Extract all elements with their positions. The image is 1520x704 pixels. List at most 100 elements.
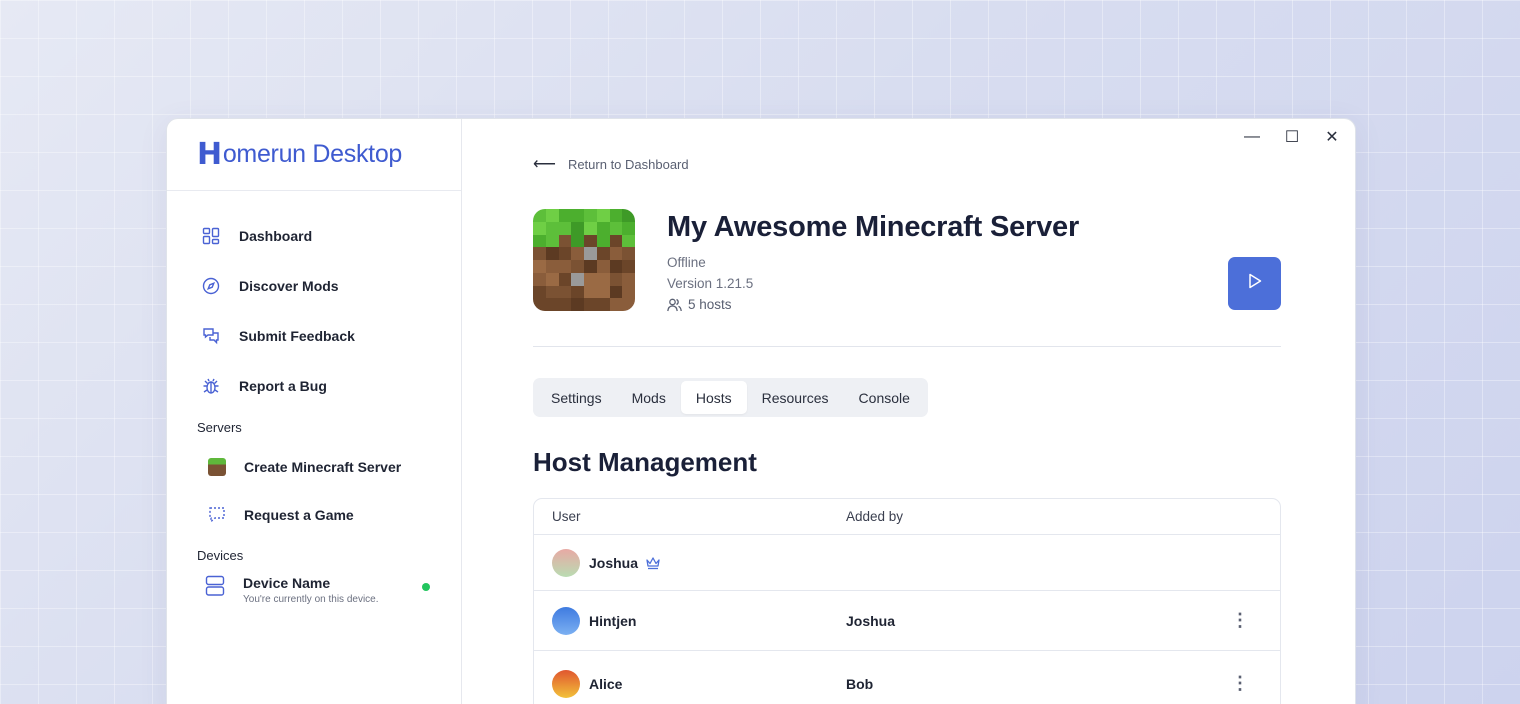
sidebar-item-create-minecraft-server[interactable]: Create Minecraft Server: [167, 443, 461, 491]
compass-icon: [201, 276, 221, 296]
thumbnail-pixel: [545, 247, 559, 260]
thumbnail-pixel: [584, 285, 597, 299]
sidebar: H omerun Desktop Dashboard Discover Mods: [167, 119, 462, 704]
thumbnail-pixel: [609, 221, 623, 235]
minimize-icon[interactable]: —: [1239, 127, 1265, 147]
maximize-icon[interactable]: ☐: [1279, 127, 1305, 147]
thumbnail-pixel: [596, 285, 610, 299]
thumbnail-pixel: [558, 272, 572, 286]
thumbnail-pixel: [533, 209, 546, 222]
sidebar-item-label: Submit Feedback: [239, 328, 355, 344]
device-text: Device Name You're currently on this dev…: [243, 575, 379, 605]
devices-section-label: Devices: [197, 547, 244, 563]
tab-mods[interactable]: Mods: [617, 381, 681, 414]
table-header: User Added by: [534, 499, 1280, 535]
thumbnail-pixel: [609, 272, 623, 286]
thumbnail-pixel: [596, 234, 610, 248]
device-subtitle: You're currently on this device.: [243, 594, 379, 605]
thumbnail-pixel: [533, 272, 546, 286]
user-name: Alice: [589, 675, 623, 692]
thumbnail-pixel: [584, 272, 597, 286]
thumbnail-pixel: [622, 298, 635, 311]
server-hosts: 5 hosts: [667, 294, 1079, 315]
tab-hosts[interactable]: Hosts: [680, 381, 747, 414]
thumbnail-pixel: [571, 272, 584, 286]
thumbnail-pixel: [622, 221, 635, 235]
sidebar-item-request-game[interactable]: Request a Game: [167, 491, 461, 539]
sidebar-item-submit-feedback[interactable]: Submit Feedback: [167, 311, 461, 361]
thumbnail-pixel: [558, 221, 572, 235]
thumbnail-pixel: [558, 285, 572, 299]
thumbnail-pixel: [571, 221, 584, 235]
thumbnail-pixel: [533, 298, 546, 311]
thumbnail-pixel: [545, 221, 559, 235]
tab-console[interactable]: Console: [844, 381, 925, 414]
sidebar-item-dashboard[interactable]: Dashboard: [167, 211, 461, 261]
sidebar-item-label: Dashboard: [239, 228, 313, 244]
tab-resources[interactable]: Resources: [747, 381, 844, 414]
thumbnail-pixel: [609, 209, 623, 222]
thumbnail-pixel: [533, 234, 546, 248]
thumbnail-pixel: [622, 247, 635, 260]
user-cell: Alice: [534, 669, 846, 698]
thumbnail-pixel: [533, 247, 546, 260]
more-options-icon[interactable]: ⋮: [1200, 610, 1280, 631]
thumbnail-pixel: [533, 285, 546, 299]
thumbnail-pixel: [558, 234, 572, 248]
thumbnail-pixel: [622, 234, 635, 248]
start-server-button[interactable]: [1228, 257, 1281, 310]
thumbnail-pixel: [558, 260, 572, 273]
main-content: — ☐ ✕ ⟵ Return to Dashboard My Awesome M…: [462, 119, 1355, 704]
device-name: Device Name: [243, 575, 331, 591]
thumbnail-pixel: [584, 209, 597, 222]
thumbnail-pixel: [596, 247, 610, 260]
logo-text: omerun Desktop: [222, 140, 403, 168]
sidebar-item-device[interactable]: Device Name You're currently on this dev…: [167, 575, 461, 605]
server-icon: [205, 575, 225, 597]
server-meta: Offline Version 1.21.5 5 hosts: [667, 252, 1079, 315]
more-options-icon[interactable]: ⋮: [1200, 673, 1280, 694]
back-link[interactable]: ⟵ Return to Dashboard: [533, 154, 1355, 174]
avatar: [552, 606, 580, 635]
app-logo[interactable]: H omerun Desktop: [167, 119, 461, 191]
thumbnail-pixel: [558, 247, 572, 260]
users-icon: [667, 298, 682, 312]
online-status-dot: [422, 583, 430, 591]
sidebar-item-label: Request a Game: [244, 507, 354, 523]
thumbnail-pixel: [584, 221, 597, 235]
thumbnail-pixel: [571, 298, 584, 311]
added-by-cell: Joshua: [846, 612, 896, 629]
server-title: My Awesome Minecraft Server: [667, 211, 1080, 243]
thumbnail-pixel: [545, 272, 559, 286]
thumbnail-pixel: [571, 260, 584, 273]
added-by-cell: Bob: [846, 675, 874, 692]
play-icon: [1248, 273, 1262, 294]
servers-section-label: Servers: [197, 419, 242, 435]
tab-settings[interactable]: Settings: [536, 381, 617, 414]
crown-icon: [645, 556, 661, 570]
close-icon[interactable]: ✕: [1319, 127, 1345, 147]
user-name: Hintjen: [589, 612, 637, 629]
thumbnail-pixel: [571, 285, 584, 299]
server-thumbnail: [533, 209, 635, 311]
thumbnail-pixel: [558, 298, 572, 311]
avatar: [552, 669, 580, 698]
grass-block-icon: [207, 457, 227, 477]
dashed-chat-icon: [207, 505, 227, 525]
thumbnail-pixel: [609, 260, 623, 273]
user-name: Joshua: [589, 554, 639, 571]
header-divider: [533, 346, 1281, 347]
thumbnail-pixel: [596, 298, 610, 311]
chat-icon: [201, 326, 221, 346]
hosts-table: User Added by Joshua Hintjen Joshua ⋮ Al…: [533, 498, 1281, 704]
sidebar-item-discover-mods[interactable]: Discover Mods: [167, 261, 461, 311]
column-header-added-by: Added by: [846, 509, 904, 524]
server-tabs: Settings Mods Hosts Resources Console: [533, 378, 928, 417]
user-cell: Joshua: [534, 548, 846, 577]
thumbnail-pixel: [609, 247, 623, 260]
server-version: Version 1.21.5: [667, 276, 754, 291]
sidebar-item-report-bug[interactable]: Report a Bug: [167, 361, 461, 411]
thumbnail-pixel: [584, 260, 597, 273]
thumbnail-pixel: [622, 209, 635, 222]
thumbnail-pixel: [596, 272, 610, 286]
